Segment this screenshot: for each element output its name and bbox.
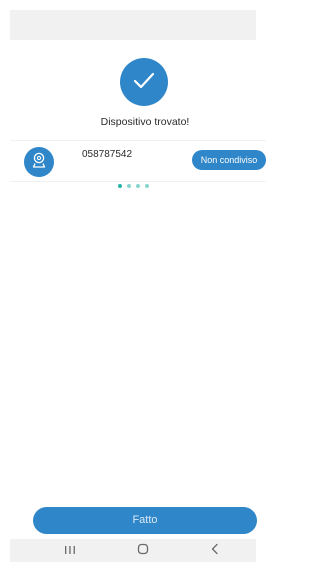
- back-icon: [210, 542, 220, 560]
- recents-icon: [64, 542, 76, 560]
- page-dot: [126, 184, 131, 188]
- page-dot: [144, 184, 149, 188]
- status-bar: [10, 10, 256, 40]
- share-status-button[interactable]: Non condiviso: [192, 150, 266, 170]
- success-checkmark-badge: [120, 58, 168, 106]
- page-indicator: [0, 184, 266, 188]
- home-icon: [137, 542, 149, 560]
- page-dot: [117, 184, 122, 188]
- home-button[interactable]: [128, 539, 158, 562]
- system-nav-bar: [10, 539, 256, 562]
- device-id-label: 058787542: [82, 149, 133, 160]
- camera-icon: [30, 151, 48, 174]
- device-avatar: [24, 147, 54, 177]
- device-found-screen: Dispositivo trovato! 058787542 Non condi…: [0, 0, 266, 562]
- back-button[interactable]: [200, 539, 230, 562]
- checkmark-icon: [131, 67, 157, 98]
- done-button[interactable]: Fatto: [33, 507, 257, 534]
- page-dot: [135, 184, 140, 188]
- recents-button[interactable]: [55, 539, 85, 562]
- device-list-item[interactable]: 058787542 Non condiviso: [10, 140, 266, 182]
- device-found-title: Dispositivo trovato!: [100, 116, 190, 128]
